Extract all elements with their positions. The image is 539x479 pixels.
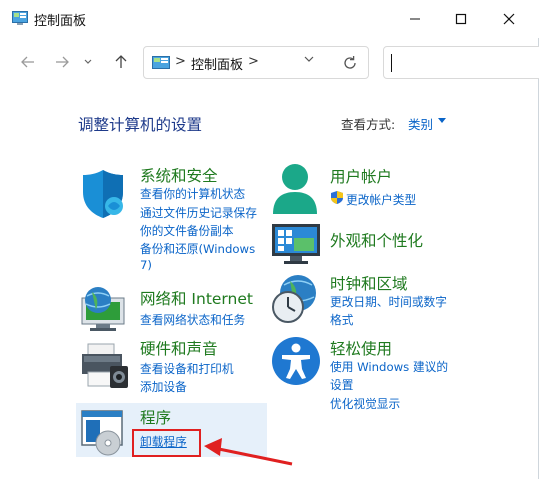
control-panel-window: 控制面板 > 控制面板 > 调整计算机的设置 查看方式: 类别 系统和安全 查看… xyxy=(0,0,539,479)
address-separator[interactable]: > xyxy=(175,54,186,69)
page-title: 调整计算机的设置 xyxy=(78,116,203,134)
user-account-icon[interactable] xyxy=(270,162,320,216)
up-button[interactable] xyxy=(109,50,133,74)
chevron-down-icon xyxy=(84,59,92,64)
programs-icon[interactable] xyxy=(80,409,128,457)
category-title-user-accounts[interactable]: 用户帐户 xyxy=(330,165,392,187)
minimize-button[interactable] xyxy=(392,0,438,38)
caret-down-icon[interactable] xyxy=(438,118,446,123)
accessibility-icon[interactable] xyxy=(271,336,321,386)
address-trailing-separator[interactable]: > xyxy=(248,54,259,69)
link-use-windows-suggested[interactable]: 使用 Windows 建议的 xyxy=(330,358,448,375)
text-caret xyxy=(391,54,392,72)
chevron-down-icon xyxy=(304,56,314,62)
close-icon xyxy=(503,13,515,25)
link-view-network-status[interactable]: 查看网络状态和任务 xyxy=(140,311,245,328)
title-bar: 控制面板 xyxy=(0,0,539,38)
category-title-ease-of-access[interactable]: 轻松使用 xyxy=(330,337,392,359)
link-optimize-visual-display[interactable]: 优化视觉显示 xyxy=(330,395,400,412)
category-title-programs[interactable]: 程序 xyxy=(140,406,171,428)
link-view-computer-status[interactable]: 查看你的计算机状态 xyxy=(140,185,245,202)
link-change-account-type[interactable]: 更改帐户类型 xyxy=(346,191,416,208)
view-by-dropdown[interactable]: 类别 xyxy=(408,114,433,133)
maximize-icon xyxy=(455,13,467,25)
maximize-button[interactable] xyxy=(438,0,484,38)
recent-locations-button[interactable] xyxy=(80,50,96,74)
link-file-history-save[interactable]: 通过文件历史记录保存 xyxy=(140,204,257,221)
refresh-icon[interactable] xyxy=(340,53,360,73)
annotation-arrow-icon xyxy=(204,438,293,466)
category-title-system-security[interactable]: 系统和安全 xyxy=(140,164,218,186)
minimize-icon xyxy=(410,18,420,20)
link-file-history-backup[interactable]: 你的文件备份副本 xyxy=(140,222,234,239)
forward-button[interactable] xyxy=(50,50,74,74)
uac-shield-icon xyxy=(331,191,343,204)
link-use-windows-suggested-cont[interactable]: 设置 xyxy=(330,376,353,393)
arrow-left-icon xyxy=(21,56,34,68)
address-history-dropdown[interactable] xyxy=(304,54,314,67)
category-title-network-internet[interactable]: 网络和 Internet xyxy=(140,287,253,309)
shield-icon[interactable] xyxy=(80,168,126,220)
link-backup-restore[interactable]: 备份和还原(Windows xyxy=(140,240,255,257)
arrow-up-icon xyxy=(115,55,127,68)
window-title: 控制面板 xyxy=(34,14,87,29)
link-add-device[interactable]: 添加设备 xyxy=(140,378,187,395)
category-title-hardware-sound[interactable]: 硬件和声音 xyxy=(140,337,218,359)
address-path-control-panel[interactable]: 控制面板 xyxy=(191,54,243,73)
address-bar[interactable]: > 控制面板 > xyxy=(143,46,369,79)
network-globe-icon[interactable] xyxy=(78,286,128,332)
close-button[interactable] xyxy=(486,0,532,38)
search-input[interactable] xyxy=(383,46,539,79)
printer-icon[interactable] xyxy=(80,342,130,390)
control-panel-location-icon xyxy=(152,56,170,69)
category-title-clock-region[interactable]: 时钟和区域 xyxy=(330,272,408,294)
arrow-right-icon xyxy=(56,56,69,68)
link-change-date-time-format-cont[interactable]: 格式 xyxy=(330,311,353,328)
view-by-label: 查看方式: xyxy=(341,117,396,132)
link-change-date-time-format[interactable]: 更改日期、时间或数字 xyxy=(330,293,447,310)
clock-globe-icon[interactable] xyxy=(270,273,322,325)
category-title-appearance[interactable]: 外观和个性化 xyxy=(330,229,423,251)
link-view-devices-printers[interactable]: 查看设备和打印机 xyxy=(140,360,234,377)
control-panel-app-icon xyxy=(12,11,28,25)
appearance-monitor-icon[interactable] xyxy=(270,222,322,266)
back-button[interactable] xyxy=(16,50,40,74)
annotation-highlight-box xyxy=(132,429,201,457)
link-backup-restore-cont[interactable]: 7) xyxy=(140,258,152,272)
